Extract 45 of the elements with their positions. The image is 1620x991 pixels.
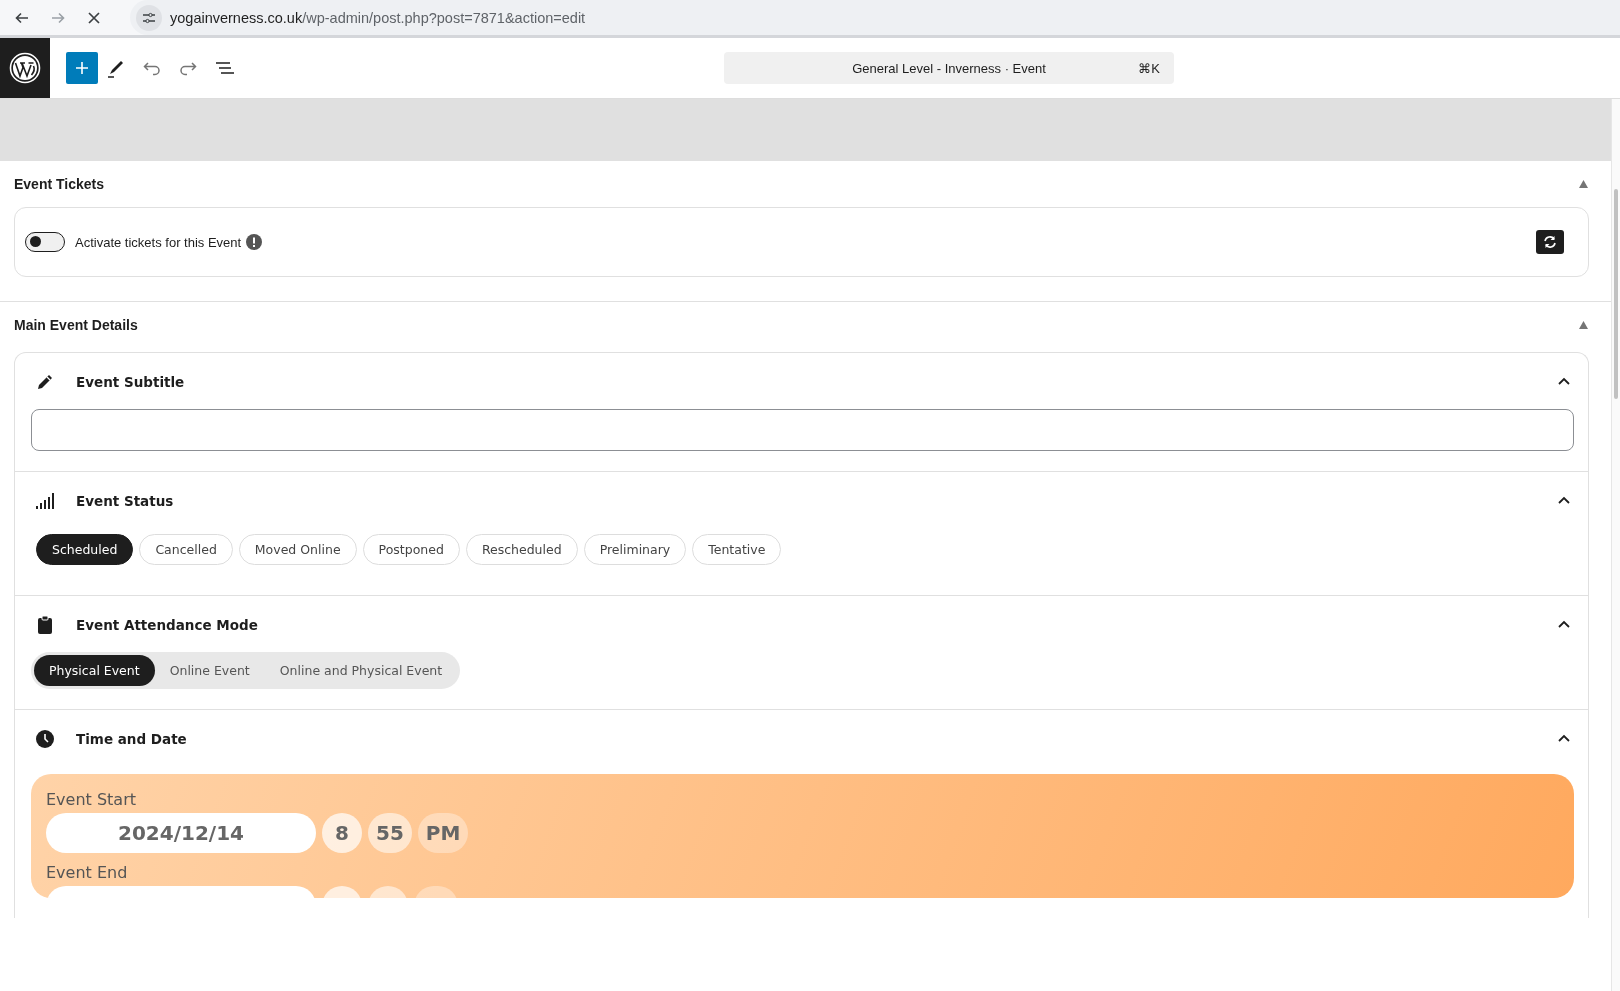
hour-field[interactable]: 8	[322, 813, 362, 853]
collapse-toggle-icon[interactable]	[1578, 179, 1589, 189]
panel-title: Event Tickets	[14, 176, 104, 192]
subtitle-field[interactable]	[31, 409, 1574, 451]
document-title: General Level - Inverness · Event	[852, 60, 1046, 76]
site-settings-icon[interactable]	[136, 4, 162, 31]
status-option[interactable]: Tentative	[692, 534, 782, 565]
attendance-option[interactable]: Online Event	[154, 655, 265, 686]
attendance-option[interactable]: Online and Physical Event	[264, 655, 458, 686]
status-option[interactable]: Postponed	[362, 534, 460, 565]
add-block-button[interactable]	[66, 52, 98, 84]
toggle-switch[interactable]	[25, 232, 65, 252]
section-title: Time and Date	[76, 731, 187, 747]
signal-bars-icon	[35, 491, 55, 511]
date-label: Event End	[46, 863, 128, 882]
minute-field[interactable]: 55	[368, 813, 412, 853]
date-label: Event Start	[46, 790, 136, 809]
section-title: Event Status	[76, 493, 174, 509]
pencil-icon[interactable]	[106, 58, 126, 78]
attendance-option[interactable]: Physical Event	[34, 655, 155, 686]
plus-icon	[74, 60, 90, 76]
shortcut-hint: ⌘K	[1138, 60, 1160, 76]
scrollbar-thumb[interactable]	[1614, 189, 1618, 399]
toggle-label: Activate tickets for this Event	[75, 234, 242, 250]
stop-icon[interactable]	[86, 9, 102, 26]
clipboard-icon	[35, 615, 55, 635]
section-title: Event Attendance Mode	[76, 617, 258, 633]
status-option[interactable]: Rescheduled	[465, 534, 578, 565]
status-option[interactable]: Preliminary	[583, 534, 687, 565]
section-title: Event Subtitle	[76, 374, 185, 390]
refresh-icon	[1542, 234, 1558, 250]
status-option[interactable]: Cancelled	[139, 534, 233, 565]
refresh-button[interactable]	[1536, 230, 1564, 254]
status-option[interactable]: Scheduled	[36, 534, 134, 565]
command-bar[interactable]: General Level - Inverness · Event ⌘K	[724, 52, 1174, 84]
am-pm-field[interactable]: PM	[417, 813, 469, 853]
info-icon	[246, 234, 263, 250]
status-option[interactable]: Moved Online	[238, 534, 357, 565]
collapse-toggle-icon[interactable]	[1578, 320, 1589, 330]
wordpress-logo-icon[interactable]	[9, 52, 41, 84]
clock-icon	[35, 729, 55, 749]
pencil-icon	[35, 372, 55, 392]
panel-title: Main Event Details	[14, 317, 138, 333]
date-field[interactable]: 2024/12/14	[46, 813, 316, 853]
address-bar[interactable]: yogainverness.co.uk/wp-admin/post.php?post=7871&action=edit	[170, 9, 586, 26]
